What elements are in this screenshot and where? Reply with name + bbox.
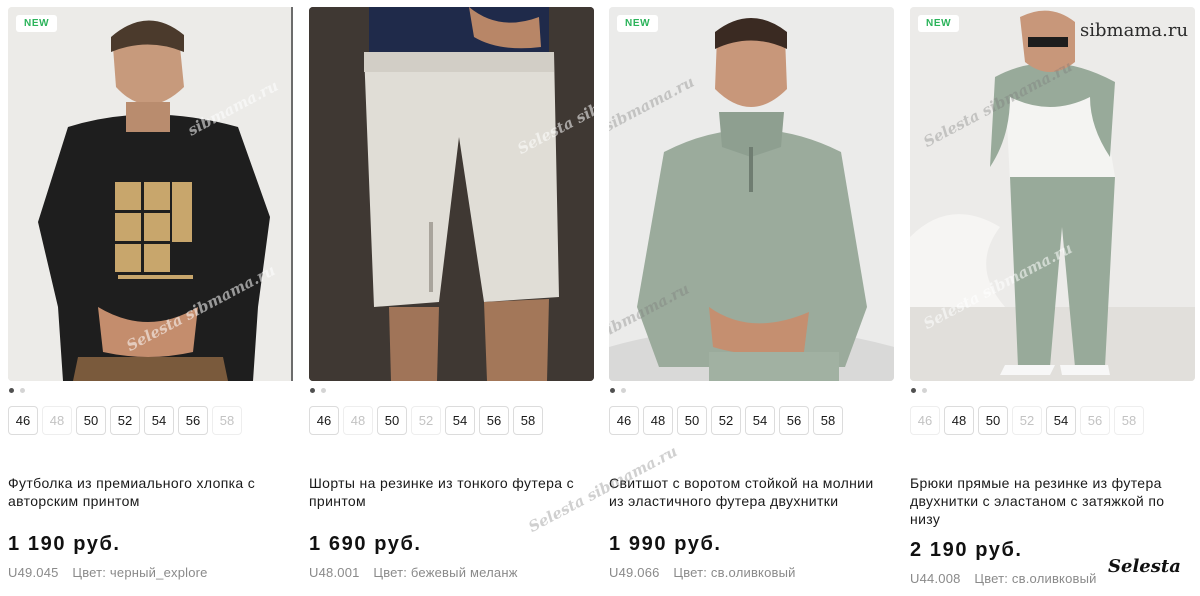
product-photo[interactable]: NEW sibmama.ru Selesta sibmama.ru [8,7,293,381]
size-option[interactable]: 58 [212,406,242,435]
product-photo[interactable]: Selesta sibmama.ru [309,7,594,381]
pager-dot[interactable] [621,388,626,393]
size-option[interactable]: 46 [309,406,339,435]
product-title[interactable]: Свитшот с воротом стойкой на молнии из э… [609,474,889,510]
size-option[interactable]: 52 [110,406,140,435]
man-in-black-tshirt-image [8,7,293,381]
size-list: 46 48 50 52 54 56 58 [8,406,242,435]
site-watermark: sibmama.ru [1080,20,1189,41]
pager-dot[interactable] [911,388,916,393]
product-sku: U48.001 [309,565,360,580]
size-option[interactable]: 54 [144,406,174,435]
size-option[interactable]: 50 [677,406,707,435]
size-option[interactable]: 48 [944,406,974,435]
man-in-olive-sweatshirt-image [609,7,894,381]
size-list: 46 48 50 52 54 56 58 [609,406,843,435]
new-badge: NEW [16,15,58,32]
product-title[interactable]: Брюки прямые на резинке из футера двухни… [910,474,1190,528]
size-option[interactable]: 58 [1114,406,1144,435]
pager-dot[interactable] [922,388,927,393]
size-option[interactable]: 48 [343,406,373,435]
size-option[interactable]: 56 [779,406,809,435]
product-price: 2 190 руб. [910,539,1023,561]
product-color: Цвет: бежевый меланж [373,565,518,580]
product-grid: NEW sibmama.ru Selesta sibmama.ru 46 48 … [0,0,1200,596]
size-option[interactable]: 56 [1080,406,1110,435]
size-option[interactable]: 46 [609,406,639,435]
size-option[interactable]: 58 [813,406,843,435]
product-card[interactable]: NEW sibmama.ru sibmama.ru 46 48 50 52 54… [609,0,894,596]
brand-logo: Selesta [1108,556,1181,577]
size-option[interactable]: 52 [1012,406,1042,435]
size-option[interactable]: 58 [513,406,543,435]
new-badge: NEW [918,15,960,32]
size-option[interactable]: 50 [377,406,407,435]
size-option[interactable]: 56 [178,406,208,435]
pager-dot[interactable] [310,388,315,393]
image-pager[interactable] [310,388,326,393]
product-price: 1 190 руб. [8,533,121,555]
product-sku: U49.066 [609,565,660,580]
size-option[interactable]: 50 [76,406,106,435]
pager-dot[interactable] [610,388,615,393]
product-meta: U48.001 Цвет: бежевый меланж [309,565,518,580]
product-sku: U49.045 [8,565,59,580]
size-option[interactable]: 56 [479,406,509,435]
pager-dot[interactable] [321,388,326,393]
size-option[interactable]: 52 [411,406,441,435]
size-option[interactable]: 46 [910,406,940,435]
product-photo[interactable]: NEW sibmama.ru sibmama.ru [609,7,894,381]
product-meta: U44.008 Цвет: св.оливковый [910,571,1097,586]
product-meta: U49.066 Цвет: св.оливковый [609,565,796,580]
product-meta: U49.045 Цвет: черный_explore [8,565,208,580]
product-color: Цвет: св.оливковый [974,571,1097,586]
product-card[interactable]: NEW sibmama.ru Selesta sibmama.ru 46 48 … [8,0,293,596]
size-option[interactable]: 48 [42,406,72,435]
product-price: 1 990 руб. [609,533,722,555]
product-title[interactable]: Шорты на резинке из тонкого футера с при… [309,474,589,510]
product-photo[interactable]: NEW Selesta sibmama.ru Selesta sibmama.r… [910,7,1195,381]
size-option[interactable]: 54 [445,406,475,435]
product-card[interactable]: Selesta sibmama.ru 46 48 50 52 54 56 58 … [309,0,594,596]
size-option[interactable]: 52 [711,406,741,435]
product-color: Цвет: черный_explore [72,565,208,580]
product-title[interactable]: Футболка из премиального хлопка с авторс… [8,474,288,510]
pager-dot[interactable] [9,388,14,393]
new-badge: NEW [617,15,659,32]
size-option[interactable]: 54 [745,406,775,435]
size-option[interactable]: 54 [1046,406,1076,435]
image-pager[interactable] [610,388,626,393]
product-color: Цвет: св.оливковый [673,565,796,580]
size-list: 46 48 50 52 54 56 58 [910,406,1144,435]
image-pager[interactable] [9,388,25,393]
size-option[interactable]: 48 [643,406,673,435]
man-in-beige-shorts-image [309,7,594,381]
size-list: 46 48 50 52 54 56 58 [309,406,543,435]
product-card[interactable]: NEW Selesta sibmama.ru Selesta sibmama.r… [910,0,1195,596]
image-pager[interactable] [911,388,927,393]
size-option[interactable]: 46 [8,406,38,435]
product-sku: U44.008 [910,571,961,586]
divider [291,7,293,381]
product-price: 1 690 руб. [309,533,422,555]
man-in-olive-trousers-image [910,7,1195,381]
pager-dot[interactable] [20,388,25,393]
size-option[interactable]: 50 [978,406,1008,435]
